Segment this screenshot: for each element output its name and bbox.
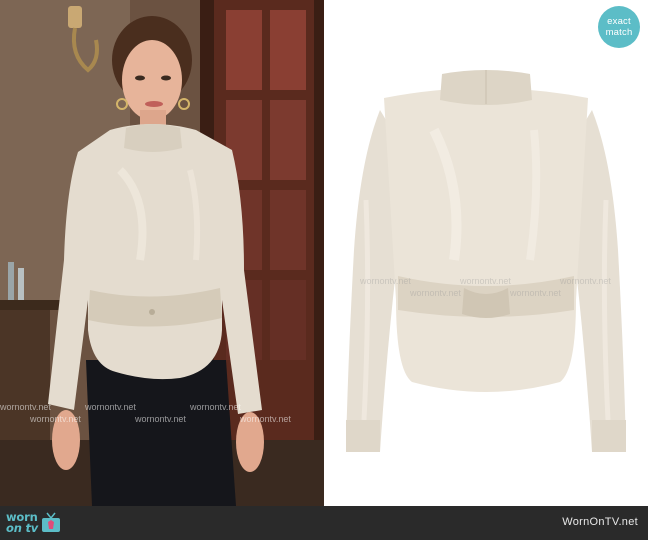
badge-line2: match [605, 27, 633, 38]
scene-photo [0, 0, 324, 506]
site-name[interactable]: WornOnTV.net [562, 516, 638, 528]
exact-match-badge: exact match [598, 6, 640, 48]
blouse-product-illustration [324, 0, 648, 506]
badge-line1: exact [607, 16, 631, 27]
logo-line2: on tv [6, 521, 39, 535]
scene-illustration [0, 0, 324, 506]
tv-icon [42, 512, 61, 532]
footer-bar: worn on tv WornOnTV.net [0, 506, 648, 540]
logo-text: worn on tv [6, 511, 39, 535]
product-photo [324, 0, 648, 506]
wornontv-logo[interactable]: worn on tv [6, 510, 61, 536]
